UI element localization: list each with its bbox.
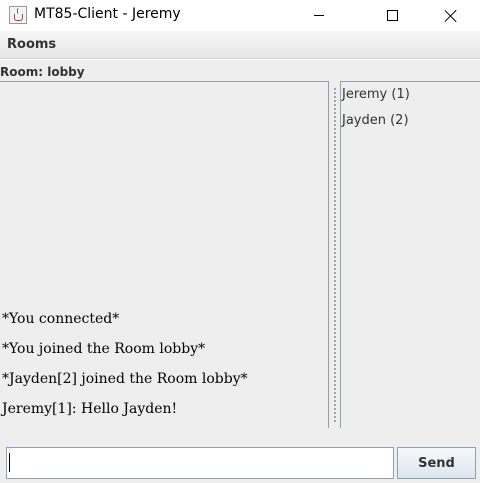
split-pane-divider[interactable] [331, 81, 339, 428]
user-list-item[interactable]: Jayden (2) [341, 108, 480, 134]
chat-message: *Jayden[2] joined the Room lobby* [2, 371, 248, 387]
window-title: MT85-Client - Jeremy [34, 6, 181, 22]
chat-message: *You joined the Room lobby* [2, 341, 206, 357]
chat-message: *You connected* [2, 311, 120, 327]
maximize-icon [386, 10, 398, 21]
chat-message-list: *You connected* *You joined the Room lob… [2, 304, 322, 424]
grip-icon [334, 87, 336, 422]
send-button[interactable]: Send [397, 447, 476, 479]
composer-row: Send [0, 444, 480, 483]
title-bar: MT85-Client - Jeremy [0, 0, 480, 31]
message-input[interactable] [6, 447, 394, 479]
minimize-button[interactable] [296, 0, 342, 31]
menu-rooms[interactable]: Rooms [7, 37, 56, 52]
java-cup-icon [9, 6, 27, 24]
text-caret [9, 453, 10, 472]
user-list-item[interactable]: Jeremy (1) [341, 82, 480, 108]
chat-message: Jeremy[1]: Hello Jayden! [2, 401, 178, 417]
minimize-icon [314, 15, 324, 16]
menu-bar: Rooms [0, 31, 480, 59]
user-list[interactable]: Jeremy (1) Jayden (2) [340, 81, 480, 428]
close-button[interactable] [428, 0, 474, 31]
main-content: Room: lobby *You connected* *You joined … [0, 60, 480, 483]
room-title: Room: lobby [0, 65, 85, 79]
close-icon [444, 9, 458, 23]
chat-area[interactable]: *You connected* *You joined the Room lob… [0, 81, 329, 428]
maximize-button[interactable] [369, 0, 415, 31]
